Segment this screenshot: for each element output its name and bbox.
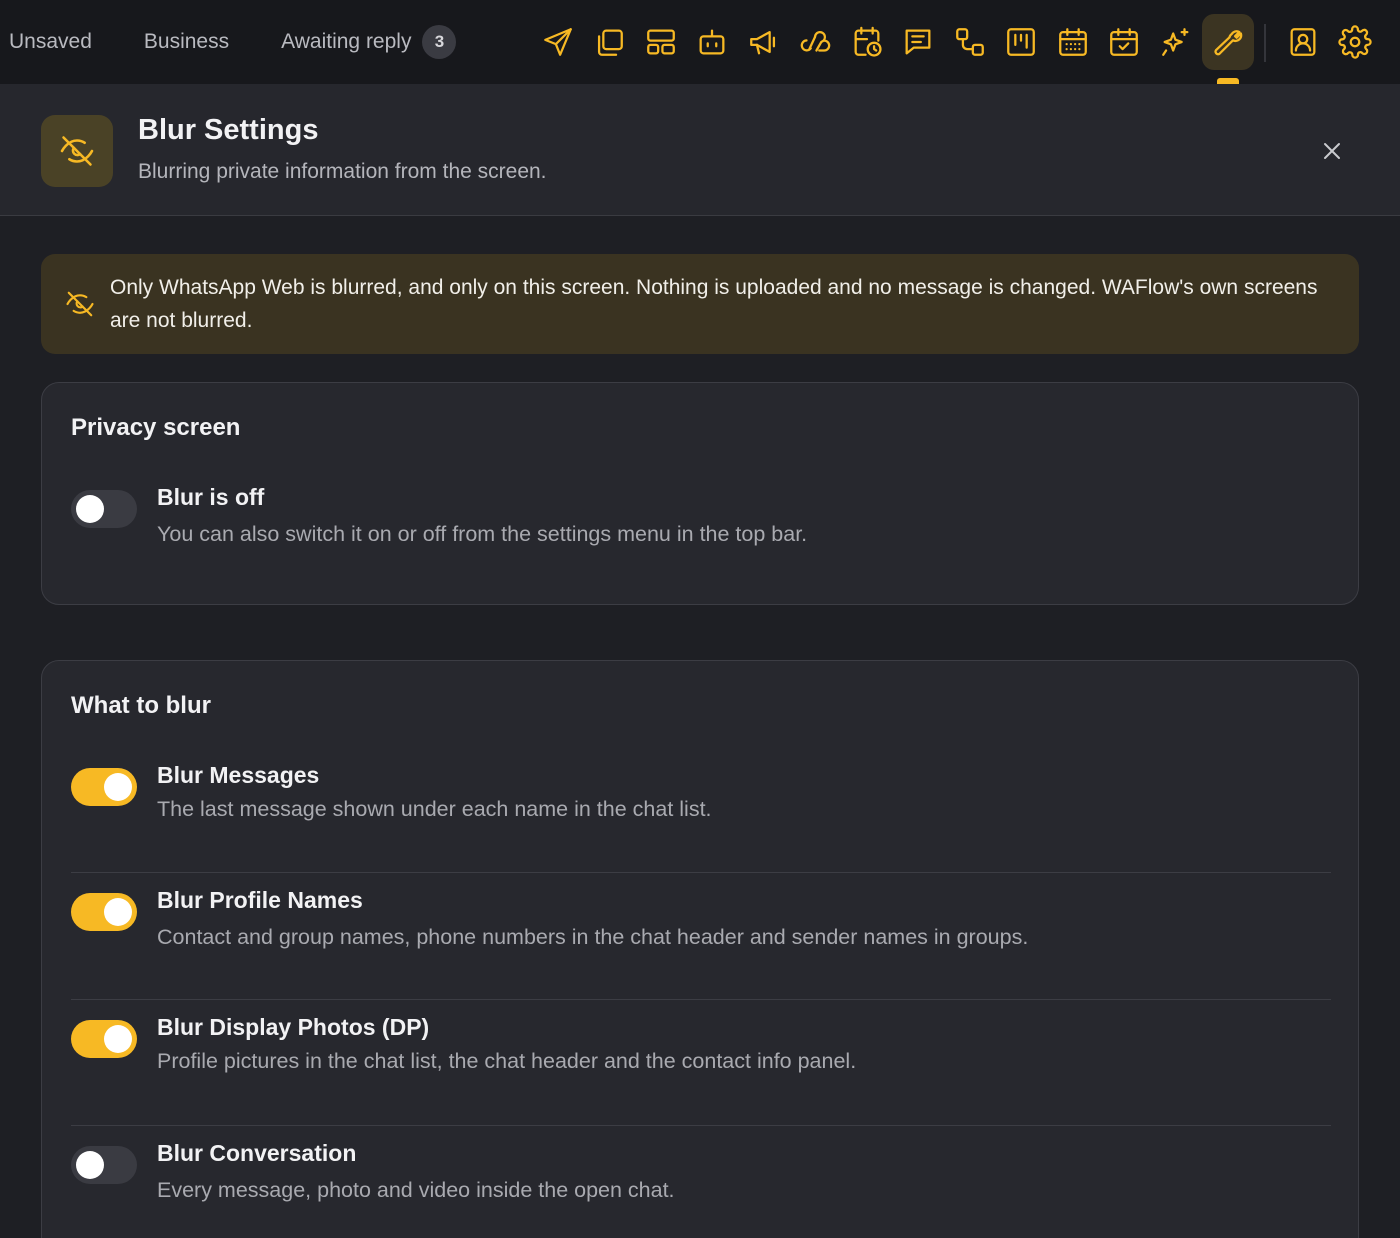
blur-conversation-title: Blur Conversation: [157, 1140, 357, 1166]
info-notice: Only WhatsApp Web is blurred, and only o…: [41, 254, 1359, 354]
blur-profile-names-title: Blur Profile Names: [157, 887, 363, 913]
blur-master-title: Blur is off: [157, 484, 265, 510]
blur-conversation-description: Every message, photo and video inside th…: [157, 1178, 675, 1202]
toolbar-icons: [532, 14, 1254, 70]
blur-display-photos-description: Profile pictures in the chat list, the c…: [157, 1049, 857, 1073]
blur-profile-names-setting: Blur Profile Names Contact and group nam…: [71, 887, 1331, 953]
eye-off-icon: [41, 115, 113, 187]
tab-awaiting-reply-label: Awaiting reply: [281, 30, 412, 53]
blur-master-description: You can also switch it on or off from th…: [157, 522, 808, 546]
calendar-grid-icon[interactable]: [1047, 14, 1099, 70]
tab-business-label: Business: [143, 30, 230, 53]
megaphone-icon[interactable]: [738, 14, 790, 70]
divider: [71, 1125, 1331, 1126]
toggle-knob: [104, 898, 132, 926]
blur-conversation-setting: Blur Conversation Every message, photo a…: [71, 1140, 1331, 1206]
webhook-icon[interactable]: [790, 14, 842, 70]
toggle-knob: [76, 495, 104, 523]
blur-master-setting: Blur is off You can also switch it on or…: [71, 484, 1331, 550]
page-title: Blur Settings: [138, 114, 319, 146]
tab-business[interactable]: Business: [144, 30, 229, 54]
send-icon[interactable]: [532, 14, 584, 70]
blur-messages-setting: Blur Messages The last message shown und…: [71, 762, 1331, 828]
blur-messages-description: The last message shown under each name i…: [157, 797, 712, 821]
calendar-clock-icon[interactable]: [841, 14, 893, 70]
notice-text: Only WhatsApp Web is blurred, and only o…: [110, 276, 1318, 332]
page-subtitle: Blurring private information from the sc…: [138, 160, 547, 183]
blur-profile-names-description: Contact and group names, phone numbers i…: [157, 925, 1029, 949]
privacy-screen-card: Privacy screen Blur is off You can also …: [41, 382, 1359, 605]
tab-awaiting-reply[interactable]: Awaiting reply 3: [281, 25, 457, 59]
blur-messages-toggle[interactable]: [71, 768, 137, 806]
blur-display-photos-toggle[interactable]: [71, 1020, 137, 1058]
what-to-blur-card: What to blur Blur Messages The last mess…: [41, 660, 1359, 1238]
blur-conversation-toggle[interactable]: [71, 1146, 137, 1184]
close-icon: [1324, 143, 1340, 159]
divider: [71, 872, 1331, 873]
toolbar-separator: [1264, 24, 1266, 62]
toggle-knob: [104, 773, 132, 801]
layout-icon[interactable]: [635, 14, 687, 70]
awaiting-reply-count-badge: 3: [422, 25, 457, 59]
wrench-icon[interactable]: [1201, 14, 1254, 70]
eye-off-icon: [66, 291, 94, 317]
contact-icon[interactable]: [1277, 14, 1329, 70]
privacy-card-title: Privacy screen: [71, 414, 241, 441]
copy-icon[interactable]: [584, 14, 636, 70]
close-button[interactable]: [1316, 135, 1348, 167]
bot-icon[interactable]: [687, 14, 739, 70]
toggle-knob: [76, 1151, 104, 1179]
blur-display-photos-setting: Blur Display Photos (DP) Profile picture…: [71, 1014, 1331, 1080]
message-lines-icon[interactable]: [893, 14, 945, 70]
workflow-icon[interactable]: [944, 14, 996, 70]
blur-messages-title: Blur Messages: [157, 762, 320, 788]
blur-display-photos-title: Blur Display Photos (DP): [157, 1014, 430, 1040]
blur-master-toggle[interactable]: [71, 490, 137, 528]
kanban-icon[interactable]: [996, 14, 1048, 70]
settings-header: Blur Settings Blurring private informati…: [0, 84, 1400, 216]
gear-icon[interactable]: [1329, 14, 1381, 70]
calendar-check-icon[interactable]: [1099, 14, 1151, 70]
blur-card-title: What to blur: [71, 692, 211, 719]
toggle-knob: [104, 1025, 132, 1053]
divider: [71, 999, 1331, 1000]
sparkles-icon[interactable]: [1150, 14, 1202, 70]
tab-unsaved-label: Unsaved: [9, 30, 92, 53]
blur-profile-names-toggle[interactable]: [71, 893, 137, 931]
tab-unsaved[interactable]: Unsaved: [9, 30, 92, 54]
